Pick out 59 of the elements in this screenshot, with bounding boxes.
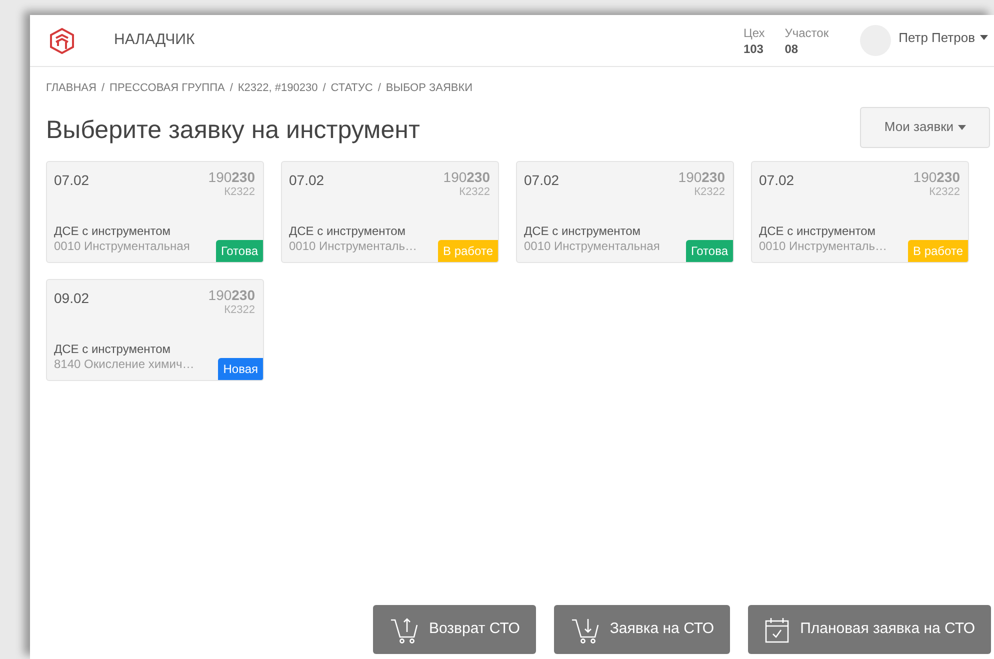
card-operation: 0010 Инструментальная <box>524 239 660 254</box>
field-label: Участок <box>784 24 829 40</box>
card-number: 190230 <box>208 288 255 303</box>
card-title: ДСЕ с инструментом <box>289 224 407 239</box>
breadcrumb-link[interactable]: СТАТУС <box>330 80 373 96</box>
logo-icon <box>49 26 75 54</box>
card-number: 190230 <box>678 170 725 185</box>
card-code: К2322 <box>929 185 960 200</box>
breadcrumb-link[interactable]: ГЛАВНАЯ <box>46 80 96 96</box>
breadcrumb-separator: / <box>101 81 105 96</box>
breadcrumb-separator: / <box>322 81 326 96</box>
app-title: НАЛАДЧИК <box>114 30 195 50</box>
card-code: К2322 <box>224 303 255 318</box>
user-menu[interactable]: Петр Петров <box>898 28 988 54</box>
card-date: 07.02 <box>54 171 90 190</box>
field-value: 103 <box>743 40 764 56</box>
card-date: 07.02 <box>289 171 324 190</box>
breadcrumb-link[interactable]: ПРЕССОВАЯ ГРУППА <box>110 80 225 96</box>
card-number: 190230 <box>443 170 490 185</box>
card-operation: 0010 Инструменталь… <box>759 239 888 254</box>
request-card[interactable]: 07.02 190230 К2322 ДСЕ с инструментом 0010 Инструменталь… В работе <box>751 161 969 263</box>
calendar-icon <box>764 616 790 644</box>
action-button[interactable]: Плановая заявка на СТО <box>748 605 991 654</box>
request-card[interactable]: 07.02 190230 К2322 ДСЕ с инструментом 0010 Инструменталь… В работе <box>281 161 499 263</box>
card-operation: 0010 Инструменталь… <box>289 239 418 254</box>
card-operation: 8140 Окисление химич… <box>54 357 194 372</box>
breadcrumb-separator: / <box>230 81 233 96</box>
card-title: ДСЕ с инструментом <box>759 224 877 239</box>
breadcrumb-separator: / <box>378 81 381 96</box>
card-date: 09.02 <box>54 289 90 308</box>
card-date: 07.02 <box>759 171 794 190</box>
action-button[interactable]: Возврат СТО <box>372 605 536 654</box>
card-title: ДСЕ с инструментом <box>54 224 172 239</box>
caret-icon <box>958 124 966 130</box>
status-badge: Новая <box>218 358 263 380</box>
card-code: К2322 <box>694 185 725 200</box>
field-value: 08 <box>784 40 800 56</box>
caret-icon <box>980 35 988 40</box>
breadcrumb-link[interactable]: ВЫБОР ЗАЯВКИ <box>386 80 473 96</box>
card-code: К2322 <box>224 185 255 200</box>
request-card[interactable]: 09.02 190230 К2322 ДСЕ с инструментом 8140 Окисление химич… Новая <box>46 279 264 381</box>
breadcrumb-link[interactable]: К2322, #190230 <box>238 80 318 96</box>
field-label: Цех <box>743 24 765 40</box>
page-title: Выберите заявку на инструмент <box>46 114 420 146</box>
card-title: ДСЕ с инструментом <box>54 342 172 357</box>
card-number: 190230 <box>913 170 960 185</box>
card-date: 07.02 <box>524 171 560 190</box>
card-operation: 0010 Инструментальная <box>54 239 190 254</box>
status-badge: В работе <box>908 240 968 262</box>
card-number: 190230 <box>208 170 255 185</box>
request-card[interactable]: 07.02 190230 К2322 ДСЕ с инструментом 0010 Инструментальная Готова <box>516 161 734 263</box>
my-requests-button[interactable]: Мои заявки <box>860 106 990 148</box>
status-badge: В работе <box>438 240 498 262</box>
status-badge: Готова <box>686 240 733 262</box>
status-badge: Готова <box>216 240 263 262</box>
card-code: К2322 <box>459 185 490 200</box>
action-button[interactable]: Заявка на СТО <box>554 605 730 654</box>
card-title: ДСЕ с инструментом <box>524 224 642 239</box>
request-card[interactable]: 07.02 190230 К2322 ДСЕ с инструментом 0010 Инструментальная Готова <box>46 161 264 263</box>
